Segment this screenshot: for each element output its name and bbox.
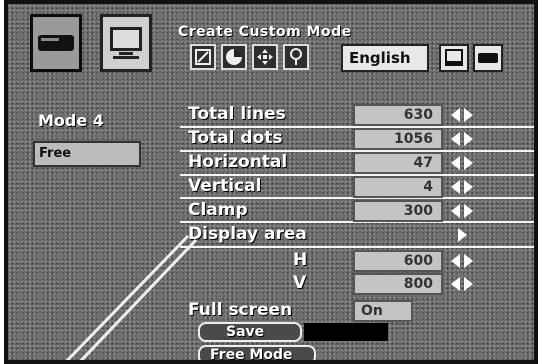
custom-mode-panel: Create Custom Mode English Mode 4 Free T…	[4, 0, 538, 364]
decorative-lines	[65, 234, 198, 360]
